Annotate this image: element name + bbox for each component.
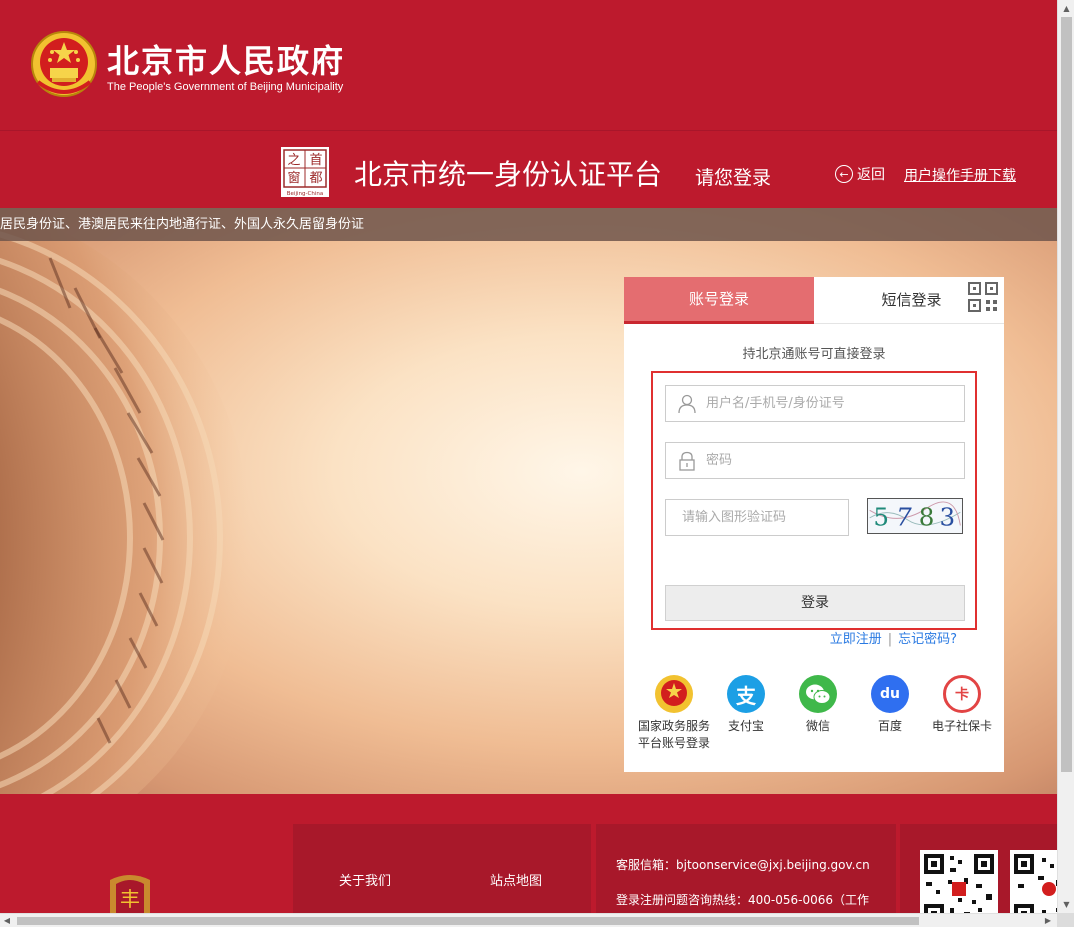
wechat-icon [799, 675, 837, 713]
login-hint: 持北京通账号可直接登录 [742, 347, 886, 362]
capital-window-logo: 之 首 窗 都 Beijing-China [281, 147, 329, 197]
logo-caption: Beijing-China [287, 191, 323, 197]
scroll-down-arrow-icon[interactable]: ▼ [1058, 896, 1074, 913]
captcha-input[interactable] [680, 500, 845, 535]
platform-subtitle: 请您登录 [695, 167, 772, 189]
qr-code-image [1010, 850, 1057, 913]
logo-char: 之 [287, 153, 300, 168]
third-party-national-gov[interactable]: 国家政务服务 平台账号登录 [638, 675, 710, 751]
baidu-icon: du [871, 675, 909, 713]
logo-char: 都 [309, 171, 322, 186]
user-manual-download-link[interactable]: 用户操作手册下载 [904, 165, 1016, 185]
vertical-scroll-thumb[interactable] [1061, 17, 1072, 772]
sitemap-link[interactable]: 站点地图 [490, 870, 542, 889]
horizontal-scrollbar[interactable]: ◀ ▶ [0, 913, 1057, 927]
scrollbar-corner [1057, 913, 1074, 927]
vertical-scrollbar[interactable]: ▲ ▼ [1057, 0, 1074, 913]
third-party-wechat[interactable]: 微信 [782, 675, 854, 734]
horizontal-scroll-thumb[interactable] [17, 917, 919, 925]
lock-icon [679, 451, 695, 471]
support-hotline: 登录注册问题咨询热线：400-056-0066（工作 [616, 893, 870, 907]
user-icon [678, 394, 696, 414]
svg-text:丰: 丰 [120, 887, 140, 911]
captcha-char: 8 [919, 502, 935, 531]
captcha-image[interactable]: 5 7 8 3 [867, 498, 963, 534]
third-party-label: 平台账号登录 [638, 736, 711, 750]
logo-char: 窗 [287, 170, 300, 186]
footer-links: 关于我们 站点地图 [293, 824, 591, 913]
register-link[interactable]: 立即注册 [830, 632, 882, 647]
third-party-baidu[interactable]: du 百度 [854, 675, 926, 734]
national-emblem-icon [655, 675, 693, 713]
captcha-char: 5 [873, 502, 889, 531]
alipay-icon: 支 [727, 675, 765, 713]
logo-char: 首 [309, 153, 322, 168]
support-email: 客服信箱：bjtoonservice@jxj.beijing.gov.cn [616, 858, 870, 872]
gov-name: 北京市人民政府 [107, 42, 346, 80]
scroll-up-arrow-icon[interactable]: ▲ [1058, 0, 1074, 17]
login-tabs: 账号登录 短信登录 [624, 277, 1004, 324]
captcha-char: 3 [940, 502, 956, 531]
login-button[interactable]: 登录 [665, 585, 965, 621]
link-separator: | [887, 632, 893, 647]
account-links: 立即注册 | 忘记密码? [624, 628, 957, 647]
gov-header: 北京市人民政府 The People's Government of Beiji… [0, 0, 1057, 130]
qr-code-image [920, 850, 998, 913]
document-types-ticker: 居民身份证、港澳居民来往内地通行证、外国人永久居留身份证 [0, 208, 1057, 241]
tab-sms-login[interactable]: 短信登录 [814, 277, 964, 324]
back-link[interactable]: ← 返回 [835, 164, 885, 184]
third-party-login: 国家政务服务 平台账号登录 支 支付宝 微信 du 百度 卡 电子社保卡 [624, 675, 1004, 755]
third-party-alipay[interactable]: 支 支付宝 [710, 675, 782, 734]
qr-code-login-icon[interactable] [967, 281, 999, 313]
footer-logo-icon: 丰 [110, 875, 150, 913]
scroll-right-arrow-icon[interactable]: ▶ [1041, 914, 1055, 928]
forgot-password-link[interactable]: 忘记密码? [898, 632, 957, 647]
captcha-field[interactable] [665, 499, 849, 536]
about-us-link[interactable]: 关于我们 [339, 870, 391, 889]
third-party-label: 国家政务服务 [638, 719, 711, 733]
footer: 丰 关于我们 站点地图 客服信箱：bjtoonservice@jxj.beiji… [0, 794, 1057, 913]
third-party-label: 百度 [877, 719, 902, 733]
third-party-label: 支付宝 [727, 719, 764, 733]
login-panel: 账号登录 短信登录 持北京通账号可直接登录 用户名/手机号/身份证号 请输入图形… [624, 277, 1004, 772]
footer-contact: 客服信箱：bjtoonservice@jxj.beijing.gov.cn 登录… [596, 824, 896, 913]
temple-roof-illustration [0, 218, 250, 794]
credentials-form: 5 7 8 3 登录 [651, 371, 977, 630]
username-field[interactable] [665, 385, 965, 422]
social-security-card-icon: 卡 [943, 675, 981, 713]
third-party-label: 电子社保卡 [931, 719, 992, 733]
footer-qr-codes [900, 824, 1057, 913]
gov-subtitle: The People's Government of Beijing Munic… [107, 81, 344, 93]
national-emblem-icon [31, 31, 97, 97]
captcha-char: 7 [896, 502, 912, 531]
username-input[interactable] [704, 386, 954, 421]
platform-bar: 之 首 窗 都 Beijing-China 北京市统一身份认证平台 请您登录 ←… [0, 130, 1057, 208]
scroll-left-arrow-icon[interactable]: ◀ [0, 914, 14, 928]
password-input[interactable] [704, 443, 954, 478]
back-label: 返回 [857, 167, 885, 183]
platform-title: 北京市统一身份认证平台 [354, 158, 663, 191]
tab-account-login[interactable]: 账号登录 [624, 277, 814, 324]
password-field[interactable] [665, 442, 965, 479]
third-party-social-security-card[interactable]: 卡 电子社保卡 [926, 675, 998, 734]
third-party-label: 微信 [805, 719, 830, 733]
back-arrow-icon: ← [835, 165, 853, 183]
